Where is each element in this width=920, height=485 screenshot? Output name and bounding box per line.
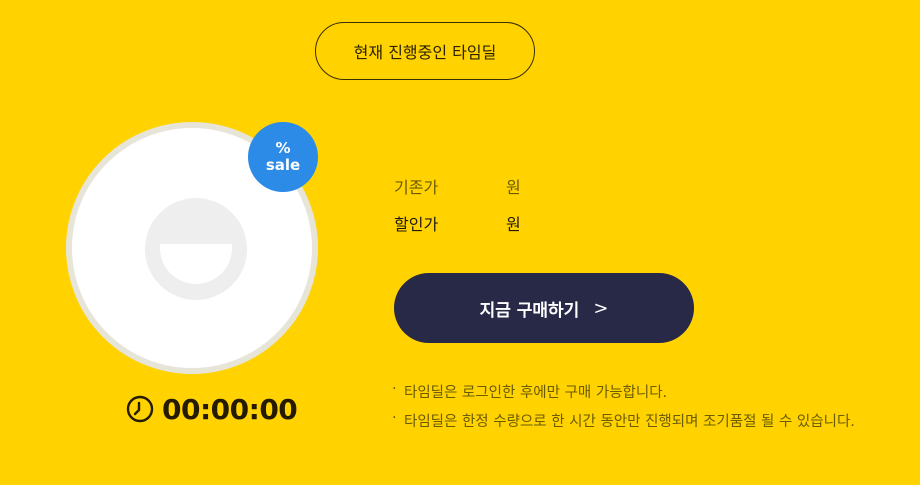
bullet-icon: ·: [392, 410, 397, 426]
sale-price-unit: 원: [506, 215, 521, 234]
notice-item: · 타임딜은 한정 수량으로 한 시간 동안만 진행되며 조기품절 될 수 있습…: [392, 410, 855, 439]
sale-price-row: 할인가 원: [394, 211, 521, 235]
notice-text: 타임딜은 로그인한 후에만 구매 가능합니다.: [404, 385, 668, 401]
sale-badge-percent: %: [275, 139, 291, 157]
notice-text: 타임딜은 한정 수량으로 한 시간 동안만 진행되며 조기품절 될 수 있습니다…: [404, 414, 855, 430]
countdown-value: 00:00:00: [162, 392, 298, 426]
original-price-label: 기존가: [394, 178, 439, 197]
countdown-timer: 00:00:00: [126, 392, 298, 426]
timedeal-title: 현재 진행중인 타임딜: [315, 22, 535, 80]
original-price-row: 기존가 원: [394, 174, 521, 198]
buy-now-button[interactable]: 지금 구매하기 >: [394, 273, 694, 343]
sale-badge: % sale: [248, 122, 318, 192]
clock-icon: [126, 395, 154, 423]
chevron-right-icon: >: [593, 297, 609, 319]
sale-badge-label: sale: [265, 156, 301, 174]
buy-now-label: 지금 구매하기: [479, 300, 580, 321]
timedeal-title-text: 현재 진행중인 타임딜: [353, 43, 497, 62]
original-price-unit: 원: [506, 178, 521, 197]
sale-price-label: 할인가: [394, 215, 439, 234]
notice-item: · 타임딜은 로그인한 후에만 구매 가능합니다.: [392, 381, 855, 410]
product-placeholder-icon: [145, 198, 247, 300]
notice-list: · 타임딜은 로그인한 후에만 구매 가능합니다. · 타임딜은 한정 수량으로…: [392, 381, 855, 439]
bullet-icon: ·: [392, 381, 397, 397]
